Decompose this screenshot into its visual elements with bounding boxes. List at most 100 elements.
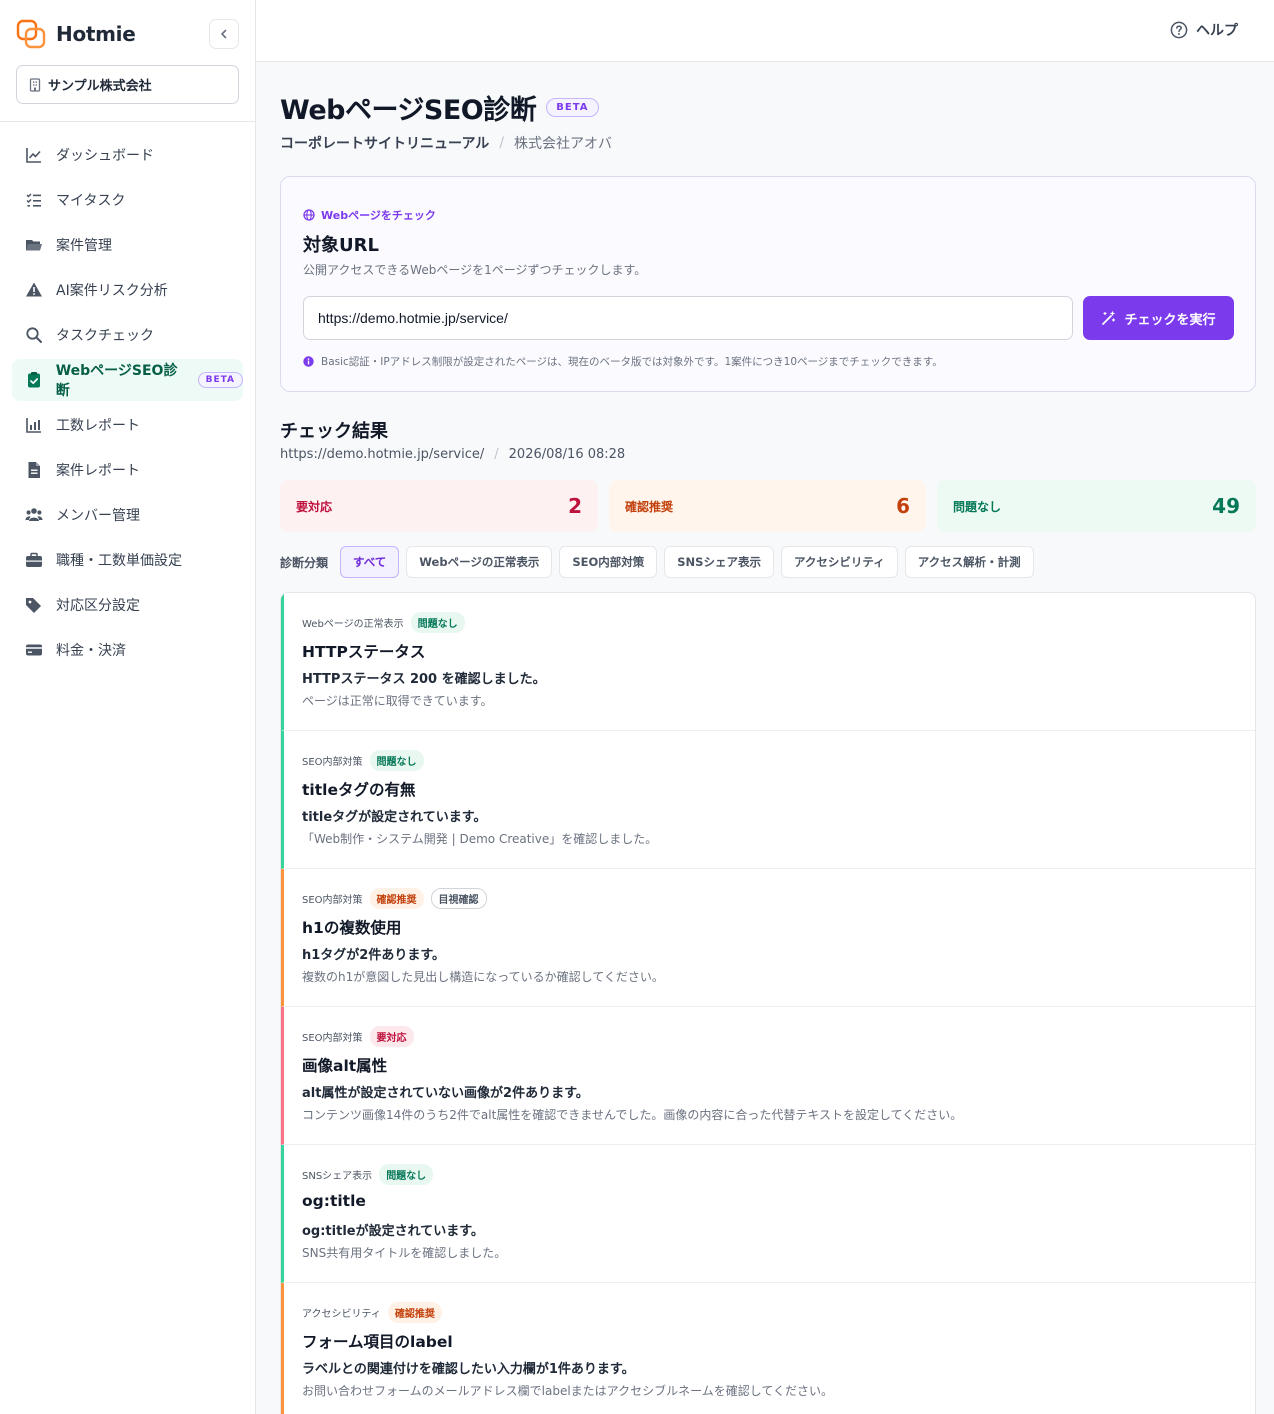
card-title: 対象URL (303, 235, 379, 256)
result-detail: お問い合わせフォームのメールアドレス欄でlabelまたはアクセシブルネームを確認… (302, 1384, 833, 1398)
page-title-row: WebページSEO診断 BETA (280, 88, 599, 127)
result-summary: h1タグが2件あります。 (302, 948, 446, 963)
filter-chip-sns[interactable]: SNSシェア表示 (664, 546, 774, 578)
breadcrumb-project[interactable]: コーポレートサイトリニューアル (280, 133, 489, 153)
result-detail: 「Web制作・システム開発 | Demo Creative」を確認しました。 (302, 832, 658, 846)
result-header: SEO内部対策 確認推奨 目視確認 (302, 888, 487, 909)
organization-name: サンプル株式会社 (48, 79, 152, 94)
result-category: アクセシビリティ (302, 1309, 381, 1320)
sidebar-item-label: 料金・決済 (56, 643, 126, 659)
result-summary: ラベルとの関連付けを確認したい入力欄が1件あります。 (302, 1362, 635, 1377)
result-title: HTTPステータス (302, 643, 426, 661)
result-summary: titleタグが設定されています。 (302, 810, 487, 825)
briefcase-icon (26, 552, 42, 567)
stat-no-issue[interactable]: 問題なし 49 (937, 480, 1256, 532)
stat-label: 確認推奨 (625, 499, 674, 514)
organization-selector[interactable]: サンプル株式会社 (16, 65, 239, 104)
breadcrumb: コーポレートサイトリニューアル / 株式会社アオバ (280, 133, 612, 153)
filter-chip-analytics[interactable]: アクセス解析・計測 (904, 546, 1034, 578)
sidebar-item-my-tasks[interactable]: マイタスク (12, 179, 243, 221)
globe-icon (303, 209, 315, 221)
chevron-left-icon (221, 29, 227, 39)
filter-label: 診断分類 (280, 555, 329, 570)
card-description: 公開アクセスできるWebページを1ページずつチェックします。 (303, 263, 647, 277)
card-note: Basic認証・IPアドレス制限が設定されたページは、現在のベータ版では対象外で… (303, 354, 943, 369)
result-title: 画像alt属性 (302, 1057, 388, 1075)
filter-chip-seo[interactable]: SEO内部対策 (559, 546, 658, 578)
result-item[interactable]: SEO内部対策 問題なし titleタグの有無 titleタグが設定されています… (281, 731, 1255, 869)
result-item[interactable]: アクセシビリティ 確認推奨 フォーム項目のlabel ラベルとの関連付けを確認し… (281, 1283, 1255, 1414)
result-category: SEO内部対策 (302, 1033, 363, 1044)
building-icon (29, 77, 41, 92)
users-icon (25, 508, 43, 521)
category-filter: 診断分類 すべて Webページの正常表示 SEO内部対策 SNSシェア表示 アク… (280, 546, 1041, 578)
sidebar-item-roles-rates[interactable]: 職種・工数単価設定 (12, 539, 243, 581)
breadcrumb-separator: / (499, 135, 505, 151)
brand-name: Hotmie (56, 22, 136, 46)
run-check-button[interactable]: チェックを実行 (1083, 296, 1234, 340)
clipboard-check-icon (27, 372, 40, 388)
card-note-text: Basic認証・IPアドレス制限が設定されたページは、現在のベータ版では対象外で… (321, 356, 943, 368)
card-eyebrow-label: Webページをチェック (321, 209, 436, 222)
results-title: チェック結果 (280, 421, 388, 442)
stat-value: 6 (896, 494, 910, 518)
run-check-label: チェックを実行 (1124, 312, 1216, 328)
breadcrumb-client[interactable]: 株式会社アオバ (514, 133, 612, 153)
result-header: Webページの正常表示 問題なし (302, 612, 465, 633)
status-badge: 確認推奨 (369, 888, 424, 909)
status-badge: 要対応 (369, 1026, 414, 1047)
meta-separator: / (494, 447, 499, 462)
sidebar-item-projects[interactable]: 案件管理 (12, 224, 243, 266)
folder-icon (26, 240, 42, 251)
magic-wand-icon (1102, 310, 1116, 325)
result-category: SEO内部対策 (302, 895, 363, 906)
result-summary: HTTPステータス 200 を確認しました。 (302, 672, 546, 687)
result-category: Webページの正常表示 (302, 619, 404, 630)
top-bar: ヘルプ (256, 0, 1274, 62)
tags-icon (26, 598, 41, 613)
result-category: SEO内部対策 (302, 757, 363, 768)
url-input[interactable] (303, 296, 1073, 340)
stat-review-recommended[interactable]: 確認推奨 6 (609, 480, 926, 532)
sidebar-item-billing[interactable]: 料金・決済 (12, 629, 243, 671)
stat-action-required[interactable]: 要対応 2 (280, 480, 598, 532)
bar-chart-icon (26, 418, 41, 433)
sidebar-item-seo-check[interactable]: WebページSEO診断 BETA (12, 359, 243, 401)
sidebar-item-dashboard[interactable]: ダッシュボード (12, 134, 243, 176)
sidebar-item-label: 案件レポート (56, 463, 140, 479)
result-item[interactable]: SEO内部対策 確認推奨 目視確認 h1の複数使用 h1タグが2件あります。 複… (281, 869, 1255, 1007)
hotmie-logo (16, 19, 46, 49)
help-circle-icon (1170, 21, 1188, 39)
status-badge: 問題なし (410, 612, 465, 633)
result-item[interactable]: SNSシェア表示 問題なし og:title og:titleが設定されています… (281, 1145, 1255, 1283)
sidebar-item-members[interactable]: メンバー管理 (12, 494, 243, 536)
search-icon (26, 327, 42, 343)
results-list: Webページの正常表示 問題なし HTTPステータス HTTPステータス 200… (280, 592, 1256, 1414)
sidebar-item-categories[interactable]: 対応区分設定 (12, 584, 243, 626)
results-url: https://demo.hotmie.jp/service/ (280, 447, 485, 462)
sidebar-item-effort-report[interactable]: 工数レポート (12, 404, 243, 446)
checklist-icon (26, 193, 41, 207)
brand[interactable]: Hotmie (16, 18, 136, 50)
filter-chip-page-display[interactable]: Webページの正常表示 (406, 546, 553, 578)
sidebar-item-label: メンバー管理 (56, 508, 140, 524)
credit-card-icon (26, 644, 42, 656)
sidebar-item-label: WebページSEO診断 (55, 363, 178, 399)
result-header: SEO内部対策 問題なし (302, 750, 424, 771)
result-item[interactable]: SEO内部対策 要対応 画像alt属性 alt属性が設定されていない画像が2件あ… (281, 1007, 1255, 1145)
result-item[interactable]: Webページの正常表示 問題なし HTTPステータス HTTPステータス 200… (281, 593, 1255, 731)
info-icon (303, 356, 314, 367)
sidebar-item-ai-risk[interactable]: AI案件リスク分析 (12, 269, 243, 311)
stat-value: 2 (568, 494, 582, 518)
help-label: ヘルプ (1196, 23, 1238, 39)
document-icon (28, 462, 40, 478)
sidebar-item-task-check[interactable]: タスクチェック (12, 314, 243, 356)
sidebar-item-project-report[interactable]: 案件レポート (12, 449, 243, 491)
filter-chip-all[interactable]: すべて (340, 546, 400, 578)
result-title: og:title (302, 1192, 366, 1210)
result-detail: SNS共有用タイトルを確認しました。 (302, 1246, 507, 1260)
status-badge: 問題なし (379, 1164, 434, 1185)
collapse-sidebar-button[interactable] (209, 19, 239, 49)
filter-chip-accessibility[interactable]: アクセシビリティ (780, 546, 898, 578)
help-link[interactable]: ヘルプ (1170, 20, 1238, 40)
